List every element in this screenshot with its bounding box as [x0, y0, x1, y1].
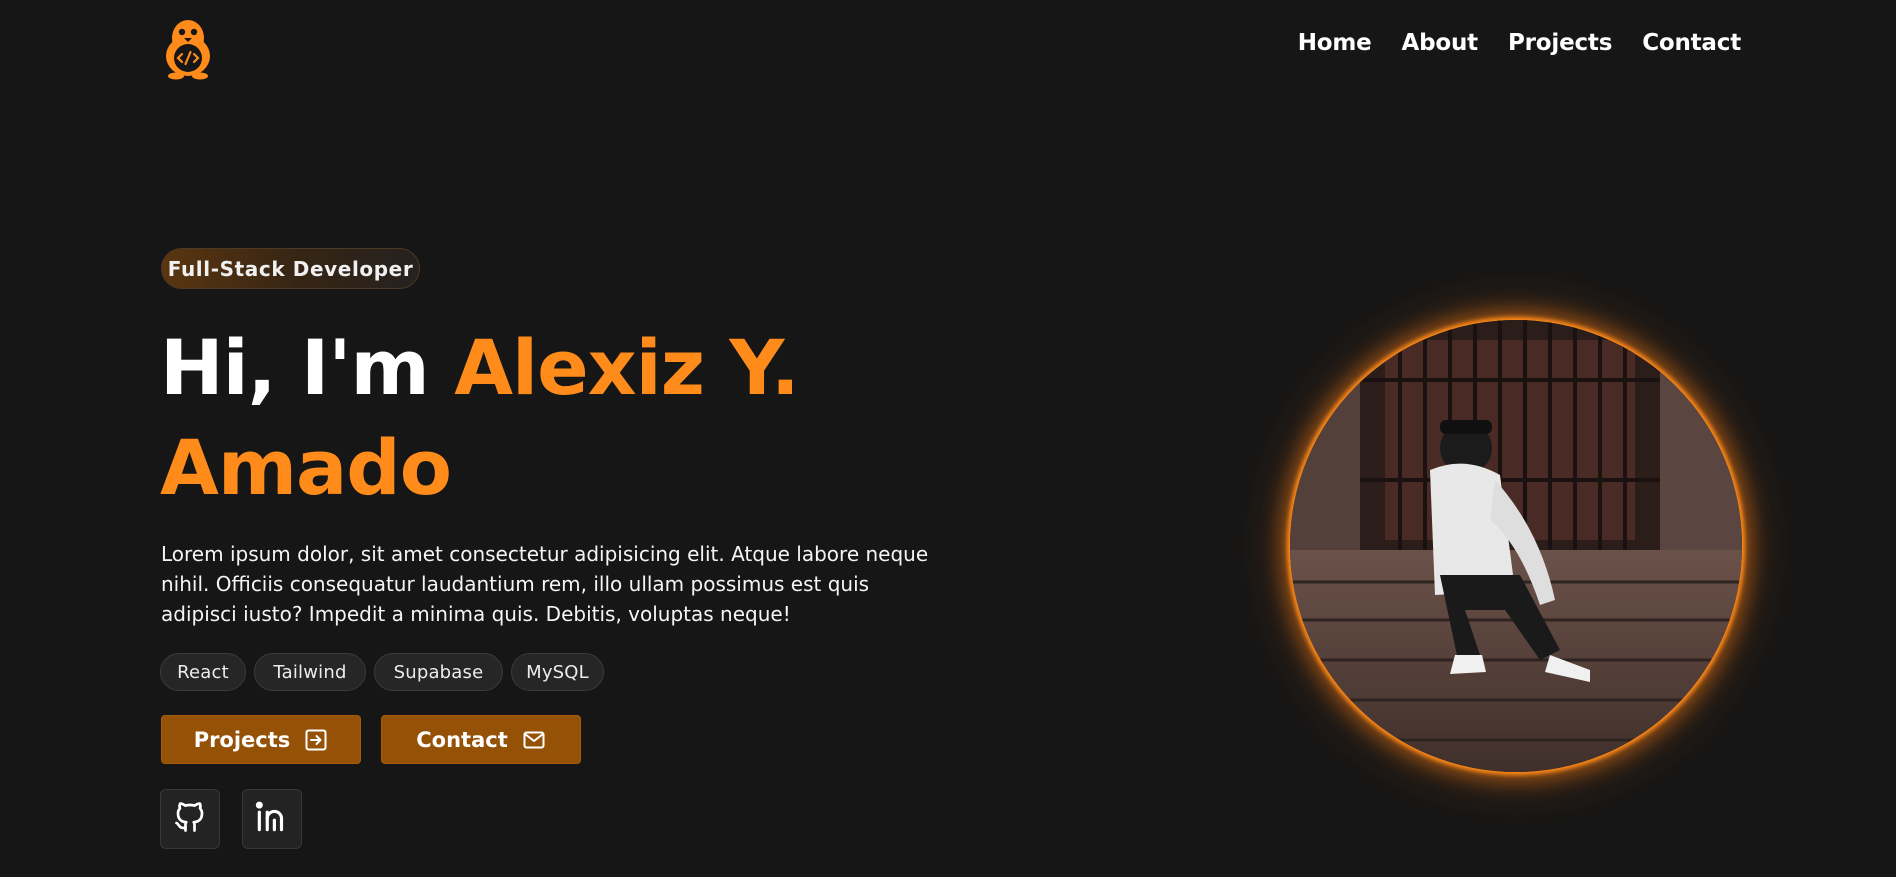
profile-photo — [1290, 320, 1742, 772]
nav-item-home[interactable]: Home — [1298, 30, 1372, 56]
projects-button[interactable]: Projects — [161, 715, 361, 764]
hero-description: Lorem ipsum dolor, sit amet consectetur … — [161, 542, 929, 626]
penguin-logo-icon[interactable] — [160, 16, 216, 80]
projects-button-label: Projects — [193, 727, 291, 752]
contact-button-label: Contact — [416, 727, 508, 752]
name-first: Alexiz Y. — [454, 323, 800, 412]
tag-mysql: MySQL — [511, 653, 604, 691]
github-link[interactable] — [160, 789, 220, 849]
tag-react: React — [160, 653, 246, 691]
arrow-right-square-icon — [304, 728, 328, 752]
greeting-text: Hi, I'm — [160, 323, 430, 412]
role-badge: Full-Stack Developer — [161, 248, 420, 289]
main-nav: Home About Projects Contact — [1298, 30, 1741, 56]
name-last: Amado — [160, 423, 452, 512]
hero-headline: Hi, I'm Alexiz Y. Amado — [160, 318, 800, 518]
tag-supabase: Supabase — [374, 653, 503, 691]
nav-item-about[interactable]: About — [1402, 30, 1479, 56]
github-icon — [172, 799, 208, 839]
contact-button[interactable]: Contact — [381, 715, 581, 764]
nav-item-contact[interactable]: Contact — [1642, 30, 1741, 56]
mail-icon — [522, 728, 546, 752]
nav-item-projects[interactable]: Projects — [1508, 30, 1612, 56]
tag-tailwind: Tailwind — [254, 653, 366, 691]
linkedin-icon — [253, 798, 291, 840]
tech-tags: React Tailwind Supabase MySQL — [160, 653, 604, 691]
linkedin-link[interactable] — [242, 789, 302, 849]
